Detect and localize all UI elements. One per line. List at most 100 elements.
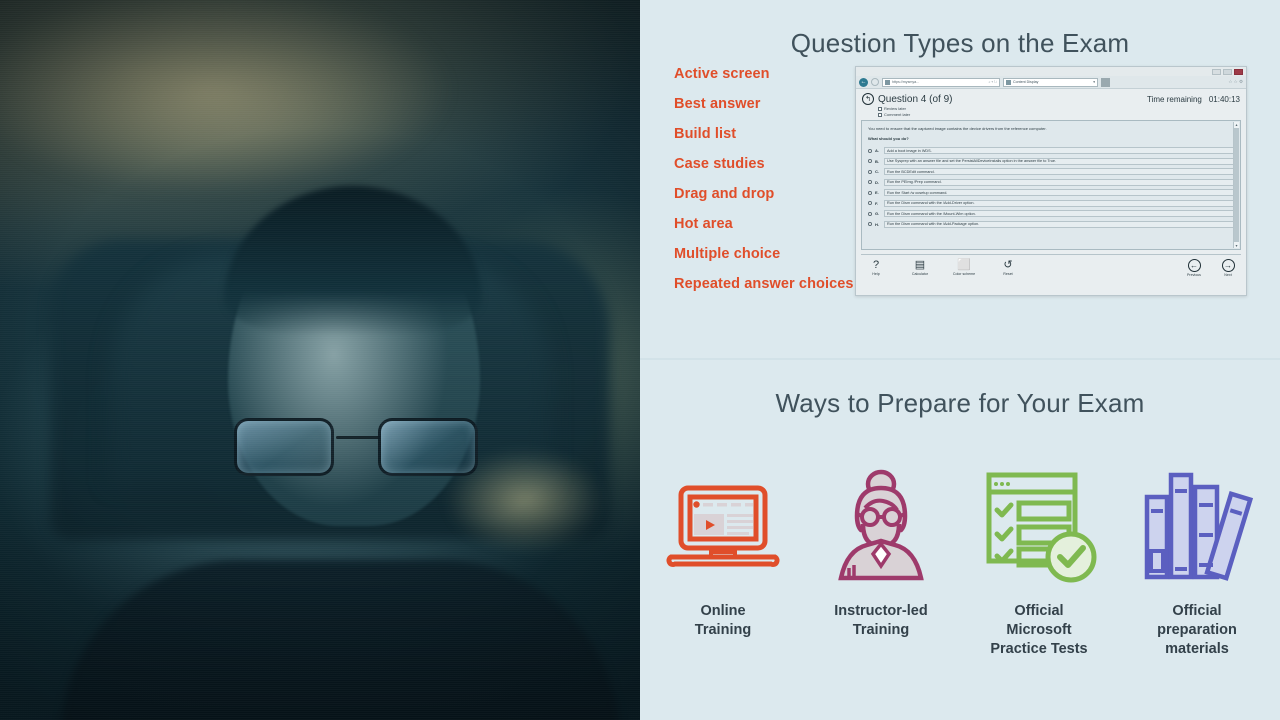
address-value: https://mysmya...	[892, 80, 920, 84]
toolbar-color-scheme-button[interactable]: ⬜ Color scheme	[949, 259, 979, 276]
prepare-label-line2: Training	[694, 622, 752, 639]
laptop-video-icon	[659, 460, 787, 590]
question-number-label: Question 4 (of 9)	[878, 93, 953, 105]
tab-extra-button[interactable]	[1101, 77, 1110, 87]
photo-grain	[0, 0, 640, 720]
prepare-item-practice-tests[interactable]: Official Microsoft Practice Tests	[975, 460, 1103, 659]
exam-navigation: ← Previous → Next	[1181, 259, 1241, 277]
answer-option[interactable]: B. Use Sysprep with an answer file and s…	[868, 157, 1234, 165]
window-controls	[1212, 68, 1243, 75]
prepare-label-line2: preparation	[1157, 622, 1237, 639]
question-types-title: Question Types on the Exam	[790, 28, 1130, 58]
radio-icon[interactable]	[868, 190, 872, 195]
prepare-label-line1: Online	[700, 603, 746, 619]
browser-toolbar: ← https://mysmya... ⌕ ▾ ↻ Content Displa…	[856, 76, 1246, 89]
radio-icon[interactable]	[868, 169, 872, 174]
tab-label: Content Display	[1013, 80, 1039, 84]
hero-photo	[0, 0, 640, 720]
checkbox-icon[interactable]	[878, 112, 882, 117]
option-text: Add a boot image in WDS.	[884, 147, 1234, 154]
radio-icon[interactable]	[868, 159, 872, 163]
radio-icon[interactable]	[868, 148, 872, 153]
radio-icon[interactable]	[868, 211, 872, 216]
question-type-item: Build list	[674, 126, 737, 142]
question-type-item: Active screen	[674, 66, 770, 82]
answer-option[interactable]: H. Run the Dism command with the /Add-Pa…	[868, 220, 1234, 228]
radio-icon[interactable]	[868, 180, 872, 184]
scrollbar-thumb[interactable]	[1234, 128, 1239, 242]
option-text: Run the Dism command with the /Mount-Wim…	[884, 210, 1234, 217]
answer-option[interactable]: F. Run the Dism command with the /Add-Dr…	[868, 199, 1234, 207]
close-icon[interactable]	[1234, 68, 1243, 75]
next-question-button[interactable]: → Next	[1215, 259, 1241, 277]
answer-option[interactable]: C. Run the BCDEdit command.	[868, 168, 1234, 175]
answer-option[interactable]: E. Run the Start /w ocsetup command.	[868, 189, 1234, 196]
toolbar-label: Reset	[1003, 272, 1013, 276]
answer-option[interactable]: A. Add a boot image in WDS.	[868, 147, 1234, 154]
question-stem: You need to ensure that the captured ima…	[868, 126, 1047, 131]
option-text: Run the BCDEdit command.	[884, 168, 1234, 175]
answer-option[interactable]: G. Run the Dism command with the /Mount-…	[868, 210, 1234, 217]
prepare-items: Online Training Instructor-led Training …	[640, 460, 1280, 659]
review-later-checkbox[interactable]: Review later	[878, 106, 1240, 111]
comment-later-checkbox[interactable]: Comment later	[878, 112, 1240, 117]
toolbar-reset-button[interactable]: ↺ Reset	[993, 259, 1023, 276]
browser-favorites-icons[interactable]: ☆ ☆ ⚙	[1228, 79, 1243, 85]
prepare-label-line1: Instructor-led	[834, 603, 928, 619]
prepare-label-line3: materials	[1165, 641, 1229, 658]
tab-favicon-icon	[1006, 79, 1011, 85]
option-letter: G.	[875, 211, 880, 216]
instructor-person-icon	[817, 460, 945, 590]
calculator-icon: ▤	[914, 259, 926, 271]
answer-option[interactable]: D. Run the PEImg /Prep command.	[868, 178, 1234, 186]
nav-label: Previous	[1187, 273, 1201, 277]
minimize-icon[interactable]	[1212, 68, 1221, 75]
toolbar-calculator-button[interactable]: ▤ Calculator	[905, 259, 935, 276]
option-letter: A.	[875, 148, 879, 153]
maximize-icon[interactable]	[1223, 68, 1232, 75]
radio-icon[interactable]	[868, 201, 872, 205]
previous-question-button[interactable]: ← Previous	[1181, 259, 1207, 277]
books-icon	[1133, 460, 1261, 590]
prepare-title: Ways to Prepare for Your Exam	[775, 388, 1145, 418]
question-type-item: Case studies	[674, 156, 765, 172]
prepare-item-preparation-materials[interactable]: Official preparation materials	[1133, 460, 1261, 659]
prepare-label-line1: Official	[1172, 603, 1222, 619]
toolbar-help-button[interactable]: ? Help	[861, 259, 891, 276]
question-scrollbar[interactable]: ▴ ▾	[1233, 122, 1239, 248]
content-panel: Question Types on the Exam Active screen…	[640, 0, 1280, 720]
prepare-item-instructor-led[interactable]: Instructor-led Training	[817, 460, 945, 659]
toolbar-label: Color scheme	[952, 272, 976, 276]
prepare-item-label: Instructor-led Training	[817, 602, 945, 640]
address-bar-icons[interactable]: ⌕ ▾ ↻	[988, 80, 997, 84]
prepare-item-label: Official Microsoft Practice Tests	[975, 602, 1103, 659]
toolbar-label: Help	[872, 272, 880, 276]
prepare-item-online-training[interactable]: Online Training	[659, 460, 787, 659]
address-bar[interactable]: https://mysmya... ⌕ ▾ ↻	[882, 77, 1000, 87]
scroll-down-icon[interactable]: ▾	[1235, 243, 1237, 248]
time-remaining: Time remaining 01:40:13	[1147, 95, 1240, 104]
toolbar-label: Calculator	[911, 272, 929, 276]
option-letter: F.	[875, 200, 879, 206]
chevron-down-icon[interactable]: ▾	[1093, 80, 1095, 84]
forward-arrow-icon[interactable]	[871, 78, 879, 86]
prepare-label-line1: Official	[1014, 603, 1064, 619]
option-letter: E.	[875, 190, 879, 195]
back-to-list-icon[interactable]: ↰	[862, 93, 874, 105]
prepare-label-line3: Practice Tests	[990, 641, 1088, 658]
checkbox-icon[interactable]	[878, 106, 882, 111]
option-text: Run the Start /w ocsetup command.	[884, 189, 1234, 196]
option-letter: D.	[875, 179, 879, 185]
nav-label: Next	[1224, 273, 1232, 277]
arrow-left-icon: ←	[1187, 259, 1201, 272]
question-type-item: Multiple choice	[674, 246, 781, 262]
back-arrow-icon[interactable]: ←	[859, 77, 868, 87]
browser-tab[interactable]: Content Display ▾	[1003, 77, 1098, 87]
question-type-item: Drag and drop	[674, 186, 775, 202]
monitor-icon: ⬜	[957, 259, 971, 271]
slide-root: Question Types on the Exam Active screen…	[0, 0, 1280, 720]
reset-icon: ↺	[1003, 259, 1013, 271]
scroll-up-icon[interactable]: ▴	[1235, 122, 1237, 127]
radio-icon[interactable]	[868, 222, 872, 226]
page-favicon-icon	[885, 79, 890, 85]
